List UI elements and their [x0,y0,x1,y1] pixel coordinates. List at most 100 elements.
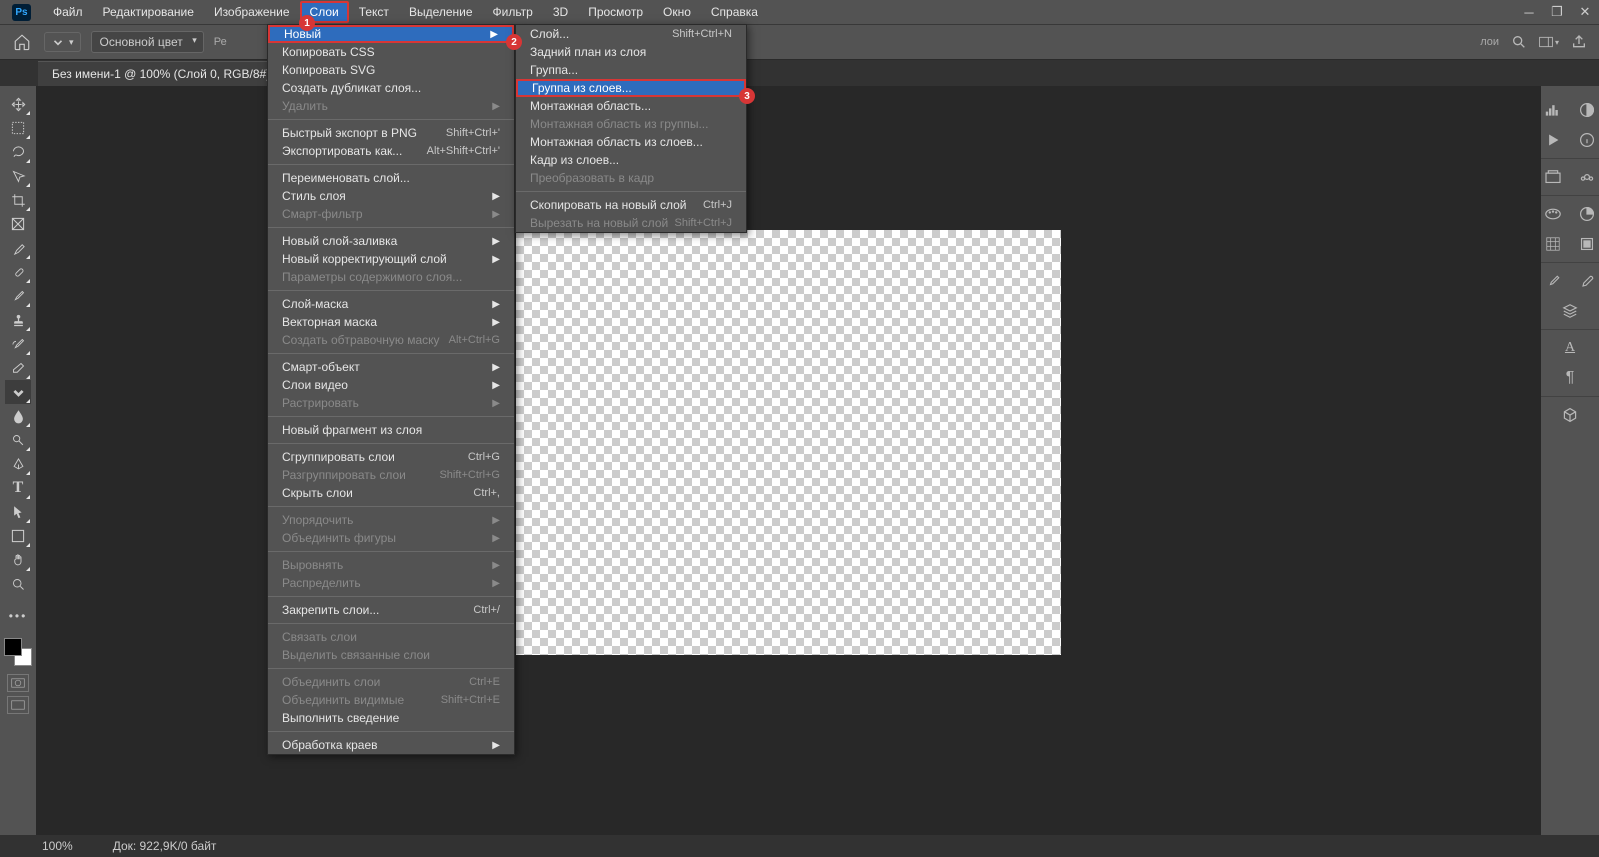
layers-menu-item-7[interactable]: Экспортировать как...Alt+Shift+Ctrl+' [268,142,514,160]
panel-icon-grid[interactable] [1541,232,1565,256]
panel-icon-adjustments[interactable] [1575,98,1599,122]
quick-select-tool[interactable] [5,164,31,188]
submenu-item-0[interactable]: Слой...Shift+Ctrl+N [516,25,746,43]
layers-menu-item-13[interactable]: Новый слой-заливка▶ [268,232,514,250]
blur-tool[interactable] [5,404,31,428]
lasso-tool[interactable] [5,140,31,164]
eraser-tool[interactable] [5,356,31,380]
doc-size[interactable]: Док: 922,9K/0 байт [113,839,217,853]
workspace-switcher-icon[interactable]: ▾ [1539,32,1559,52]
layers-menu-item-9[interactable]: Переименовать слой... [268,169,514,187]
panel-icon-brushes[interactable] [1575,269,1599,293]
panel-icon-play[interactable] [1541,128,1565,152]
hand-tool[interactable] [5,548,31,572]
submenu-item-6[interactable]: Монтажная область из слоев... [516,133,746,151]
layers-menu-item-29[interactable]: Скрыть слоиCtrl+, [268,484,514,502]
minimize-button[interactable]: ─ [1515,0,1543,24]
submenu-item-2[interactable]: Группа... [516,61,746,79]
layers-menu-item-3[interactable]: Создать дубликат слоя... [268,79,514,97]
panel-icon-3d[interactable] [1558,403,1582,427]
zoom-tool[interactable] [5,572,31,596]
menubar-item-3d[interactable]: 3D [543,1,578,23]
panel-icon-character[interactable]: A [1558,336,1582,360]
layers-menu-item-42: Объединить слоиCtrl+E [268,673,514,691]
document-canvas[interactable] [516,230,1061,655]
submenu-item-7[interactable]: Кадр из слоев... [516,151,746,169]
gradient-tool[interactable] [5,380,31,404]
panel-icon-paragraph[interactable]: ¶ [1558,366,1582,390]
panel-icon-info[interactable] [1575,128,1599,152]
status-bar: 100% Док: 922,9K/0 байт [0,835,1599,857]
panel-icon-color[interactable] [1575,202,1599,226]
layers-menu-item-10[interactable]: Стиль слоя▶ [268,187,514,205]
screen-mode-toggle[interactable] [7,696,29,714]
panel-icon-libraries[interactable] [1541,165,1565,189]
layers-menu-item-27[interactable]: Сгруппировать слоиCtrl+G [268,448,514,466]
menubar-item-файл[interactable]: Файл [43,1,93,23]
marquee-tool[interactable] [5,116,31,140]
crop-tool[interactable] [5,188,31,212]
layers-menu-item-37[interactable]: Закрепить слои...Ctrl+/ [268,601,514,619]
menu-item-label: Векторная маска [282,315,377,329]
maximize-button[interactable]: ❐ [1543,0,1571,24]
edit-toolbar-icon[interactable]: ••• [5,604,31,628]
quick-mask-toggle[interactable] [7,674,29,692]
layers-menu-item-22[interactable]: Слои видео▶ [268,376,514,394]
menubar-item-просмотр[interactable]: Просмотр [578,1,653,23]
menubar-item-текст[interactable]: Текст [349,1,399,23]
panel-icon-swatches[interactable] [1541,202,1565,226]
stamp-tool[interactable] [5,308,31,332]
menubar-item-окно[interactable]: Окно [653,1,701,23]
tool-preset-picker[interactable]: ▾ [44,32,81,52]
color-swatches[interactable] [4,638,32,666]
layers-menu-item-17[interactable]: Слой-маска▶ [268,295,514,313]
layers-menu-item-28: Разгруппировать слоиShift+Ctrl+G [268,466,514,484]
path-select-tool[interactable] [5,500,31,524]
healing-tool[interactable] [5,260,31,284]
share-icon[interactable] [1569,32,1589,52]
submenu-item-10[interactable]: Скопировать на новый слойCtrl+J [516,196,746,214]
layers-menu-item-6[interactable]: Быстрый экспорт в PNGShift+Ctrl+' [268,124,514,142]
fill-source-dropdown[interactable]: Основной цвет ▾ [91,31,204,53]
layers-menu-item-18[interactable]: Векторная маска▶ [268,313,514,331]
foreground-color[interactable] [4,638,22,656]
menubar-item-изображение[interactable]: Изображение [204,1,300,23]
layers-menu-item-25[interactable]: Новый фрагмент из слоя [268,421,514,439]
submenu-item-1[interactable]: Задний план из слоя [516,43,746,61]
close-button[interactable]: ✕ [1571,0,1599,24]
brush-tool[interactable] [5,284,31,308]
panel-icon-brush-edit[interactable] [1541,269,1565,293]
eyedropper-tool[interactable] [5,236,31,260]
layers-menu-item-46[interactable]: Обработка краев▶ [268,736,514,754]
panel-icon-cloud[interactable] [1575,165,1599,189]
frame-tool[interactable] [5,212,31,236]
panel-icon-layers[interactable] [1558,299,1582,323]
layers-menu-item-1[interactable]: Копировать CSS [268,43,514,61]
search-icon[interactable] [1509,32,1529,52]
home-icon[interactable] [10,30,34,54]
zoom-level[interactable]: 100% [42,839,73,853]
type-tool[interactable]: T [5,476,31,500]
move-tool[interactable] [5,92,31,116]
layers-dropdown-menu: Новый▶Копировать CSSКопировать SVGСоздат… [267,24,515,755]
panel-icon-histogram[interactable] [1541,98,1565,122]
layers-menu-item-44[interactable]: Выполнить сведение [268,709,514,727]
menubar-item-фильтр[interactable]: Фильтр [483,1,543,23]
history-brush-tool[interactable] [5,332,31,356]
layers-menu-item-21[interactable]: Смарт-объект▶ [268,358,514,376]
pen-tool[interactable] [5,452,31,476]
submenu-item-3[interactable]: Группа из слоев... [516,79,746,97]
menubar-item-выделение[interactable]: Выделение [399,1,483,23]
dodge-tool[interactable] [5,428,31,452]
chevron-right-icon: ▶ [492,533,500,544]
shape-tool[interactable] [5,524,31,548]
panel-icon-styles[interactable] [1575,232,1599,256]
menubar-item-справка[interactable]: Справка [701,1,768,23]
layers-menu-item-14[interactable]: Новый корректирующий слой▶ [268,250,514,268]
menu-item-shortcut: Ctrl+, [473,487,500,499]
layers-menu-item-2[interactable]: Копировать SVG [268,61,514,79]
submenu-item-4[interactable]: Монтажная область... [516,97,746,115]
annotation-badge-1: 1 [299,15,315,31]
menubar-item-редактирование[interactable]: Редактирование [93,1,204,23]
mode-label-truncated: Ре [214,36,227,48]
